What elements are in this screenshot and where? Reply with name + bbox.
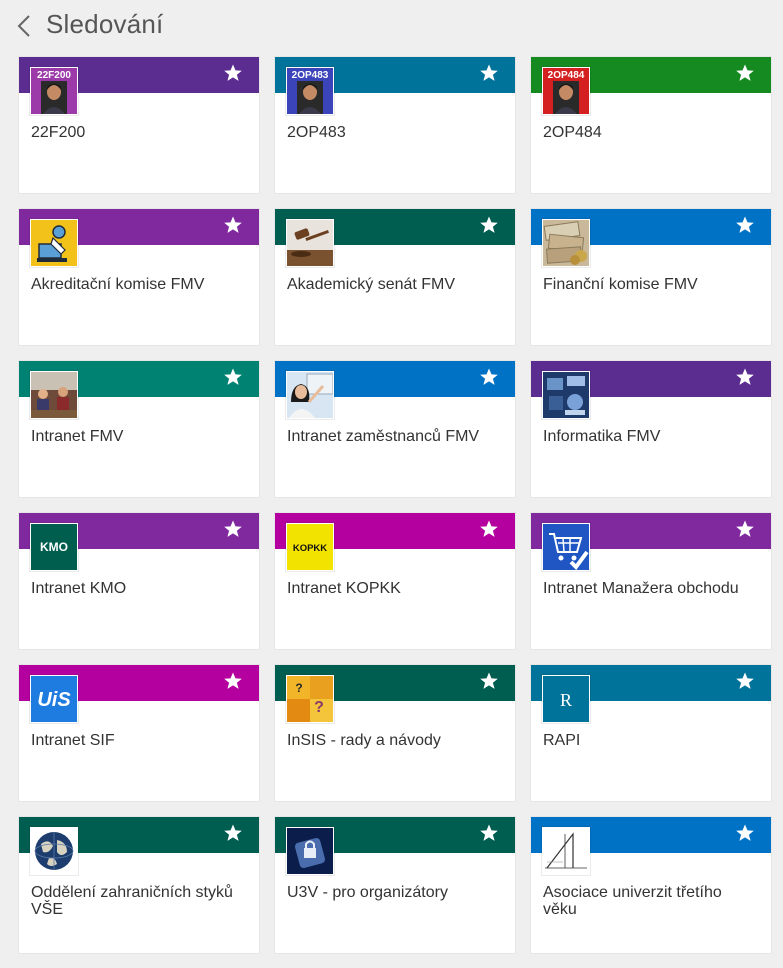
tile-title[interactable]: U3V - pro organizátory xyxy=(287,884,503,901)
badge-text: KOPKK xyxy=(293,543,327,554)
site-tile-insis-rady-a-navody[interactable]: ? ? InSIS - rady a návody xyxy=(275,665,515,801)
site-logo-icon xyxy=(542,827,590,875)
site-logo-icon: UiS xyxy=(30,675,78,723)
site-tile-grid: 22F200 22F200 2OP483 2OP483 2OP484 2OP48… xyxy=(19,57,771,953)
tile-title[interactable]: Intranet KMO xyxy=(31,580,247,597)
badge-code: 22F200 xyxy=(37,70,71,81)
tile-title[interactable]: Intranet Manažera obchodu xyxy=(543,580,759,597)
star-icon[interactable] xyxy=(735,367,755,387)
site-tile-2op483[interactable]: 2OP483 2OP483 xyxy=(275,57,515,193)
site-logo-icon xyxy=(286,371,334,419)
tile-title[interactable]: Intranet FMV xyxy=(31,428,247,445)
page-title: Sledování xyxy=(46,9,164,39)
star-icon[interactable] xyxy=(735,519,755,539)
tile-title[interactable]: 2OP484 xyxy=(543,124,759,141)
badge-code: 2OP483 xyxy=(292,70,329,81)
tile-title[interactable]: Oddělení zahraničních styků VŠE xyxy=(31,884,247,918)
site-tile-2op484[interactable]: 2OP484 2OP484 xyxy=(531,57,771,193)
badge-text: KMO xyxy=(40,540,68,554)
chevron-left-icon xyxy=(17,15,30,37)
site-logo-icon: 22F200 xyxy=(30,67,78,115)
star-icon[interactable] xyxy=(223,215,243,235)
star-icon[interactable] xyxy=(735,823,755,843)
site-tile-u3v-pro-organizatory[interactable]: U3V - pro organizátory xyxy=(275,817,515,953)
header: Sledování xyxy=(0,0,783,52)
tile-title[interactable]: RAPI xyxy=(543,732,759,749)
site-tile-22f200[interactable]: 22F200 22F200 xyxy=(19,57,259,193)
site-logo-icon: KMO xyxy=(30,523,78,571)
tile-title[interactable]: Intranet KOPKK xyxy=(287,580,503,597)
star-icon[interactable] xyxy=(223,63,243,83)
star-icon[interactable] xyxy=(479,367,499,387)
site-logo-icon xyxy=(286,219,334,267)
site-logo-icon xyxy=(30,827,78,875)
star-icon[interactable] xyxy=(223,519,243,539)
site-tile-akademicky-senat-fmv[interactable]: Akademický senát FMV xyxy=(275,209,515,345)
site-logo-icon: KOPKK xyxy=(286,523,334,571)
site-tile-akreditacni-komise-fmv[interactable]: Akreditační komise FMV xyxy=(19,209,259,345)
star-icon[interactable] xyxy=(479,519,499,539)
site-logo-icon: 2OP483 xyxy=(286,67,334,115)
site-tile-intranet-manazera-obchodu[interactable]: Intranet Manažera obchodu xyxy=(531,513,771,649)
tile-title[interactable]: Informatika FMV xyxy=(543,428,759,445)
tile-title[interactable]: InSIS - rady a návody xyxy=(287,732,503,749)
site-tile-intranet-fmv[interactable]: Intranet FMV xyxy=(19,361,259,497)
site-logo-icon xyxy=(286,827,334,875)
site-logo-icon xyxy=(30,371,78,419)
star-icon[interactable] xyxy=(223,367,243,387)
tile-title[interactable]: Akademický senát FMV xyxy=(287,276,503,293)
site-tile-intranet-kmo[interactable]: KMO Intranet KMO xyxy=(19,513,259,649)
site-tile-financni-komise-fmv[interactable]: Finanční komise FMV xyxy=(531,209,771,345)
star-icon[interactable] xyxy=(223,671,243,691)
site-tile-informatika-fmv[interactable]: Informatika FMV xyxy=(531,361,771,497)
tile-title[interactable]: Intranet SIF xyxy=(31,732,247,749)
site-logo-icon: 2OP484 xyxy=(542,67,590,115)
star-icon[interactable] xyxy=(479,63,499,83)
site-tile-intranet-sif[interactable]: UiS Intranet SIF xyxy=(19,665,259,801)
tile-title[interactable]: Finanční komise FMV xyxy=(543,276,759,293)
site-tile-oddeleni-zahranicnich-styku-vse[interactable]: Oddělení zahraničních styků VŠE xyxy=(19,817,259,953)
back-button[interactable] xyxy=(14,10,38,42)
star-icon[interactable] xyxy=(223,823,243,843)
star-icon[interactable] xyxy=(735,63,755,83)
site-logo-icon: ? ? xyxy=(286,675,334,723)
site-logo-icon: R xyxy=(542,675,590,723)
site-logo-icon xyxy=(542,219,590,267)
tile-title[interactable]: Asociace univerzit třetího věku xyxy=(543,884,759,918)
site-logo-icon xyxy=(542,523,590,571)
site-tile-intranet-zamestnancu-fmv[interactable]: Intranet zaměstnanců FMV xyxy=(275,361,515,497)
badge-text: UiS xyxy=(37,689,71,711)
site-tile-rapi[interactable]: R RAPI xyxy=(531,665,771,801)
site-tile-asociace-univerzit-tretiho-veku[interactable]: Asociace univerzit třetího věku xyxy=(531,817,771,953)
tile-title[interactable]: 22F200 xyxy=(31,124,247,141)
svg-text:?: ? xyxy=(295,681,302,695)
star-icon[interactable] xyxy=(479,215,499,235)
star-icon[interactable] xyxy=(479,823,499,843)
site-logo-icon xyxy=(542,371,590,419)
star-icon[interactable] xyxy=(735,215,755,235)
tile-title[interactable]: Akreditační komise FMV xyxy=(31,276,247,293)
star-icon[interactable] xyxy=(735,671,755,691)
star-icon[interactable] xyxy=(479,671,499,691)
tile-title[interactable]: Intranet zaměstnanců FMV xyxy=(287,428,503,445)
tile-title[interactable]: 2OP483 xyxy=(287,124,503,141)
badge-code: 2OP484 xyxy=(548,70,585,81)
badge-text: R xyxy=(560,690,572,710)
svg-text:?: ? xyxy=(314,699,324,716)
site-tile-intranet-kopkk[interactable]: KOPKK Intranet KOPKK xyxy=(275,513,515,649)
site-logo-icon xyxy=(30,219,78,267)
